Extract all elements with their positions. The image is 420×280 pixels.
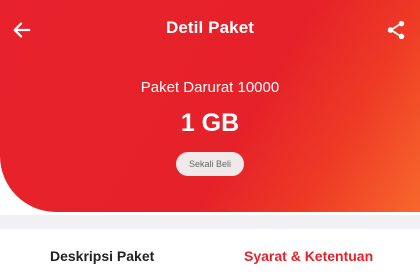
package-hero-banner: Detil Paket Paket Darurat 10000 1 GB Sek… xyxy=(0,0,420,212)
section-divider xyxy=(0,215,420,229)
tab-deskripsi-paket[interactable]: Deskripsi Paket xyxy=(50,248,154,264)
package-detail-screen: Detil Paket Paket Darurat 10000 1 GB Sek… xyxy=(0,0,420,280)
tab-syarat-ketentuan[interactable]: Syarat & Ketentuan xyxy=(244,248,373,264)
package-quota: 1 GB xyxy=(180,109,240,137)
share-button[interactable] xyxy=(380,14,412,46)
top-app-bar: Detil Paket xyxy=(0,0,420,60)
share-icon xyxy=(387,20,405,40)
page-title: Detil Paket xyxy=(165,18,255,37)
purchase-type-badge: Sekali Beli xyxy=(176,152,244,176)
detail-tabs: Deskripsi Paket Syarat & Ketentuan xyxy=(0,229,420,280)
package-name: Paket Darurat 10000 xyxy=(140,79,280,96)
